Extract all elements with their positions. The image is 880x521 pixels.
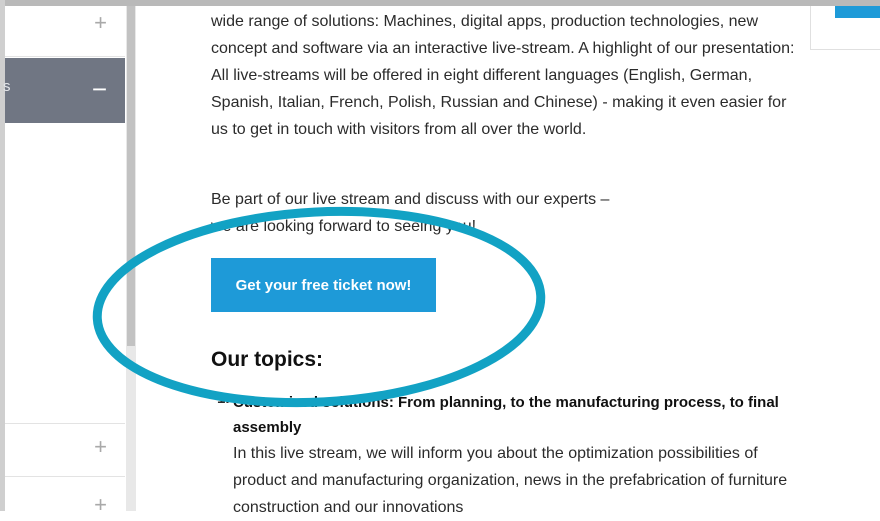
topics-heading: Our topics: [211,348,324,371]
scrollbar-thumb[interactable] [127,6,135,346]
accordion-item-top[interactable]: + [5,6,125,57]
topic-description: In this live stream, we will inform you … [233,445,788,516]
topic-title: Customized solutions: From planning, to … [233,394,779,436]
sidebar-accordion: + s − + + [3,6,125,516]
plus-icon: + [94,434,107,459]
topic-list-item: 1. Customized solutions: From planning, … [217,390,793,521]
get-ticket-button[interactable]: Get your free ticket now! [211,258,436,312]
invitation-line-1: Be part of our live stream and discuss w… [211,191,610,208]
accordion-item-label: s [3,78,11,95]
topic-number: 1. [217,390,230,407]
accordion-item-bottom-2[interactable]: + [5,476,125,516]
plus-icon: + [94,492,107,517]
minus-icon: − [91,74,107,104]
intro-paragraph: wide range of solutions: Machines, digit… [211,13,795,138]
right-accent-bar [835,6,880,18]
invitation-line-2: we are looking forward to seeing you! [211,218,477,235]
plus-icon: + [94,10,107,35]
accordion-panel-open [5,123,125,424]
invitation-paragraph: Be part of our live stream and discuss w… [211,186,796,240]
accordion-item-active[interactable]: s − [3,58,125,123]
accordion-item-bottom-1[interactable]: + [5,424,125,477]
